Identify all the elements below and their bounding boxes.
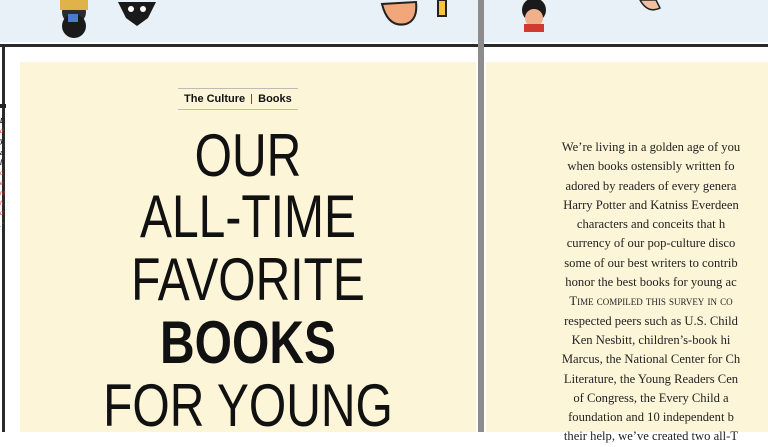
reader-character-doodle-icon [60, 0, 88, 38]
prev-fragment-line: y [0, 138, 4, 145]
frame-border-top [0, 44, 768, 47]
body-line: respected peers such as U.S. Child [564, 313, 738, 328]
body-line: Harry Potter and Katniss Everdeen [563, 197, 739, 212]
section-label: The Culture [184, 93, 246, 105]
body-line: Ken Nesbitt, children’s-book hi [571, 332, 731, 347]
body-line: when books ostensibly written fo [567, 159, 735, 174]
body-line: We’re living in a golden age of you [561, 140, 741, 154]
body-line: honor the best books for young ac [565, 275, 737, 290]
body-line: Time compiled this survey in co [569, 294, 733, 309]
prev-fragment-line: ." [0, 223, 4, 229]
headline-line: FOR YOUNG [103, 372, 393, 439]
prev-page-fragment: D d y a ll o e nt h d ." [0, 104, 20, 244]
prev-fragment-line: o [0, 171, 4, 177]
prev-fragment-line: D [0, 118, 6, 125]
body-line: Marcus, the National Center for Ch [561, 352, 741, 367]
prev-fragment-line: e [0, 181, 4, 187]
headline-line: OUR [194, 122, 302, 189]
headline-line: ALL-TIME [139, 183, 357, 250]
body-line: foundation and 10 independent b [568, 410, 734, 425]
owl-doodle-icon [118, 2, 156, 26]
subsection-label: Books [258, 93, 292, 105]
section-tag: The Culture Books [178, 88, 298, 110]
article-intro-text: We’re living in a golden age of you when… [486, 138, 768, 447]
page-gutter [478, 0, 484, 432]
prev-fragment-line: h [0, 201, 4, 207]
hand-doodle-icon [639, 0, 662, 11]
body-line: adored by readers of every genera [565, 178, 737, 193]
headline-line: FAVORITE [131, 246, 365, 313]
face-doodle-icon [380, 0, 447, 26]
prev-fragment-line: d [0, 211, 4, 217]
body-line: their help, we’ve created two all-T [563, 429, 739, 444]
body-line: currency of our pop-culture disco [566, 236, 736, 251]
tag-divider [251, 94, 253, 104]
body-line: characters and conceits that h [576, 217, 726, 232]
prev-fragment-line: nt [0, 191, 6, 197]
prev-fragment-line: ll [0, 160, 4, 167]
body-line: some of our best writers to contrib [564, 255, 738, 270]
girl-doodle-icon [522, 0, 546, 32]
prev-fragment-line: a [0, 150, 4, 157]
body-line: Literature, the Young Readers Cen [563, 371, 739, 386]
headline-line-bold: BOOKS [159, 309, 337, 376]
body-line: of Congress, the Every Child a [573, 390, 729, 405]
prev-fragment-line: d [0, 129, 4, 135]
top-illustration-strip [0, 0, 768, 42]
